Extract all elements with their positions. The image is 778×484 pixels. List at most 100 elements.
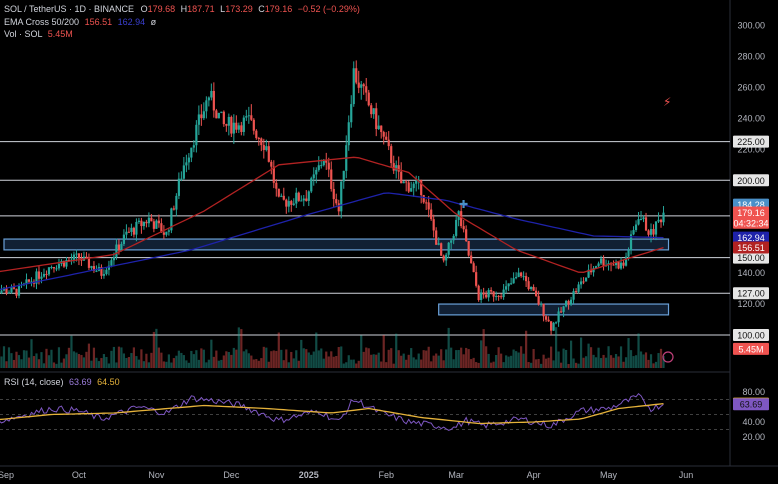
- volume-bar: [639, 351, 643, 368]
- candle-body: [377, 125, 380, 130]
- candle-body: [75, 253, 78, 255]
- volume-bar: [22, 350, 26, 368]
- volume-bar: [257, 360, 260, 368]
- candle-body: [327, 162, 330, 170]
- volume-bar: [517, 352, 520, 368]
- candle-body: [559, 311, 563, 313]
- volume-bar: [132, 347, 136, 368]
- candle-body: [212, 90, 215, 111]
- volume-bar: [310, 354, 313, 368]
- volume-bar: [170, 362, 173, 368]
- candle-body: [0, 290, 3, 293]
- volume-bar: [545, 358, 548, 368]
- volume-bar: [574, 362, 578, 368]
- volume-bar: [475, 362, 478, 368]
- volume-bar: [477, 362, 480, 368]
- candle-body: [295, 192, 298, 204]
- volume-bar: [579, 337, 583, 368]
- candle-body: [322, 160, 325, 166]
- volume-bar: [417, 353, 420, 368]
- price-tick-label: 260.00: [737, 82, 765, 92]
- volume-bar: [55, 363, 58, 368]
- volume-bar: [602, 354, 605, 368]
- volume-bar: [390, 348, 393, 368]
- volume-bar: [627, 338, 630, 368]
- candle-body: [652, 229, 655, 235]
- candle-body: [347, 122, 350, 146]
- volume-bar: [460, 347, 463, 368]
- volume-bar: [649, 354, 653, 368]
- candle-body: [247, 115, 250, 117]
- volume-bar: [584, 356, 588, 368]
- candle-body: [435, 230, 438, 245]
- candle-body: [522, 276, 525, 278]
- candle-body: [270, 161, 273, 167]
- candle-body: [492, 291, 495, 297]
- volume-bar: [405, 359, 408, 368]
- candle-body: [460, 211, 463, 227]
- volume-bar: [82, 357, 86, 368]
- ema50-value: 156.51: [84, 17, 113, 27]
- volume-bar: [599, 358, 603, 368]
- volume-bar: [430, 361, 433, 368]
- candle-body: [477, 285, 480, 301]
- candle-body: [649, 229, 653, 235]
- candle-body: [25, 279, 28, 284]
- volume-bar: [589, 347, 593, 368]
- time-tick-label: Jun: [679, 470, 694, 480]
- ohlc-low-value: 173.29: [225, 4, 253, 14]
- volume-bar: [292, 358, 295, 368]
- candle-body: [260, 138, 263, 146]
- candle-body: [362, 84, 365, 87]
- volume-bar: [235, 349, 238, 368]
- candle-body: [475, 272, 478, 286]
- candle-body: [619, 262, 623, 269]
- volume-bar: [237, 327, 240, 368]
- volume-bar: [275, 350, 278, 368]
- candle-body: [72, 254, 76, 260]
- volume-bar: [87, 343, 91, 368]
- candle-body: [467, 241, 470, 256]
- volume-bar: [634, 355, 638, 368]
- volume-bar: [265, 347, 268, 368]
- volume-bar: [145, 353, 148, 368]
- volume-bar: [525, 330, 528, 368]
- candle-body: [240, 125, 243, 132]
- volume-bar: [582, 357, 585, 368]
- volume-legend: Vol · SOL 5.45M: [4, 29, 73, 40]
- volume-bar: [295, 350, 298, 368]
- volume-bar: [160, 352, 163, 368]
- candle-body: [120, 243, 123, 251]
- volume-bar: [60, 362, 63, 368]
- volume-bar: [392, 363, 395, 368]
- candle-body: [540, 303, 543, 305]
- volume-bar: [135, 356, 138, 368]
- time-tick-label: 2025: [299, 470, 319, 480]
- volume-bar: [200, 348, 203, 368]
- volume-bar: [549, 346, 553, 368]
- volume-bar: [125, 357, 128, 368]
- volume-bar: [202, 349, 205, 368]
- ema-legend: EMA Cross 50/200 156.51 162.94 ø: [4, 17, 156, 28]
- volume-bar: [492, 361, 495, 368]
- candle-body: [355, 68, 358, 83]
- candle-body: [287, 201, 290, 207]
- rsi-tick-label: 20.00: [742, 432, 765, 442]
- volume-bar: [175, 355, 178, 368]
- candle-body: [432, 219, 435, 231]
- volume-bar: [604, 357, 608, 368]
- candle-body: [382, 132, 385, 137]
- chart-canvas[interactable]: 100.00120.00140.00160.00180.00200.00220.…: [0, 0, 778, 484]
- volume-bar: [557, 351, 560, 368]
- candle-body: [300, 200, 303, 202]
- volume-bar: [332, 356, 335, 368]
- volume-bar: [300, 339, 303, 368]
- current-price-label: 156.51: [737, 243, 765, 253]
- volume-bar: [290, 351, 293, 368]
- volume-bar: [205, 362, 208, 368]
- candle-body: [375, 108, 378, 130]
- candle-body: [372, 108, 375, 115]
- candle-body: [507, 283, 510, 287]
- candle-body: [310, 178, 313, 192]
- volume-bar: [637, 333, 640, 368]
